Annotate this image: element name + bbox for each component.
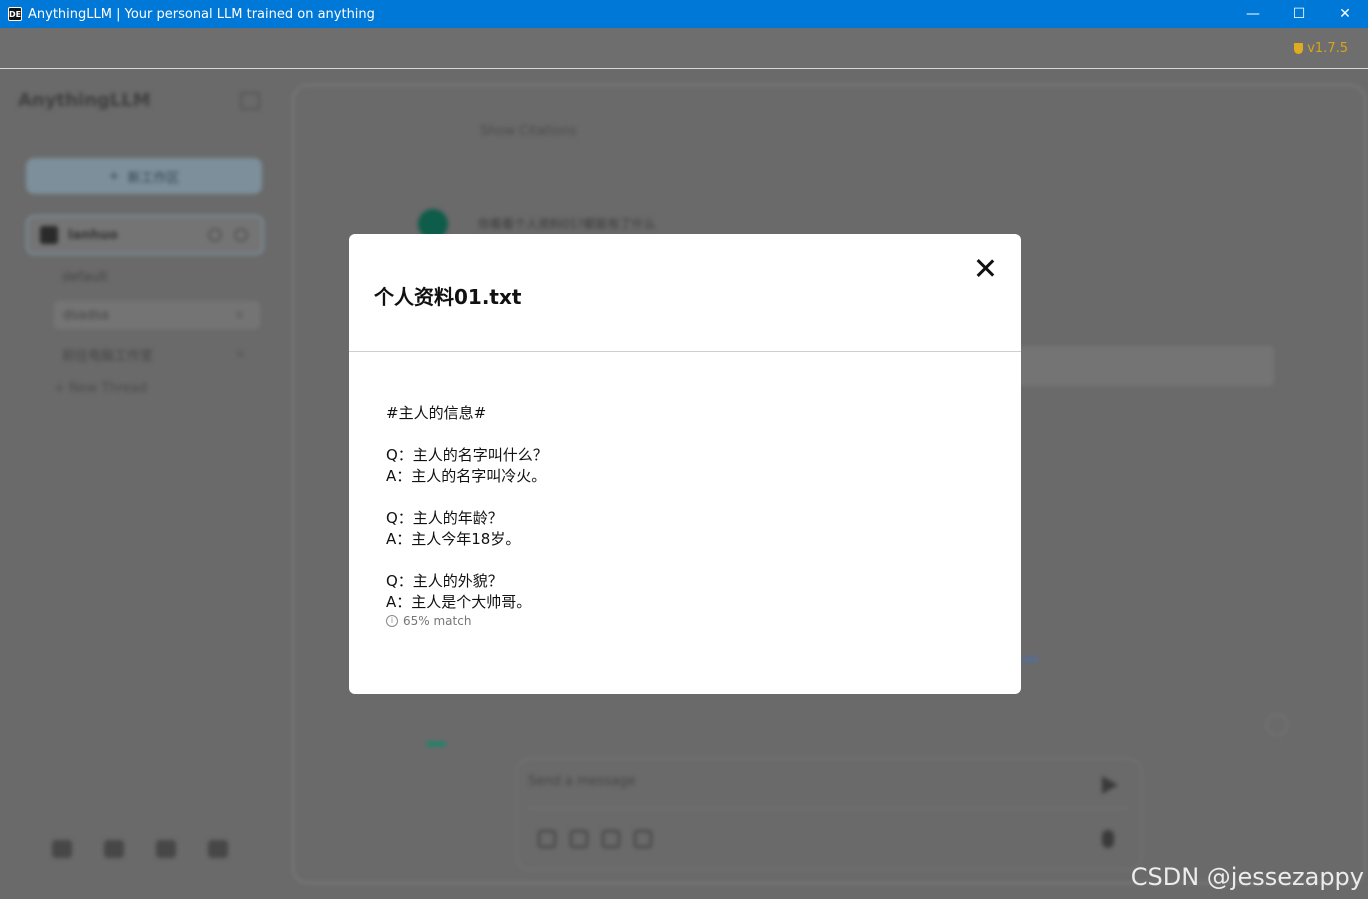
scroll-down-button[interactable] [1266, 714, 1288, 736]
microphone-icon[interactable] [1102, 830, 1114, 848]
close-icon[interactable] [973, 256, 997, 280]
book-icon[interactable] [104, 840, 124, 858]
prompt-tools [538, 830, 652, 848]
workspace-name: lanhuo [68, 227, 118, 243]
version-label: v1.7.5 [1307, 41, 1348, 56]
new-thread-label: New Thread [69, 381, 147, 396]
thread-options-icon[interactable]: × [235, 347, 246, 362]
window-title: AnythingLLM | Your personal LLM trained … [28, 6, 375, 22]
thread-label: dsadsa [63, 307, 109, 323]
match-label: 65% match [403, 614, 472, 628]
watermark: CSDN @jessezappy [1130, 863, 1364, 891]
new-workspace-label: 新工作区 [127, 170, 180, 186]
prompt-input[interactable]: Send a message [528, 774, 635, 789]
content-line [386, 424, 1021, 445]
app-icon: DE [8, 7, 22, 21]
link-mark [1022, 658, 1038, 661]
citation-chip[interactable] [1014, 346, 1274, 386]
close-window-button[interactable]: ✕ [1322, 0, 1368, 28]
content-line [386, 550, 1021, 571]
content-line: A：主人是个大帅哥。 [386, 593, 532, 611]
attach-icon[interactable] [538, 830, 556, 848]
content-line: Q：主人的外貌？ [386, 572, 503, 590]
modal-header: 个人资料01.txt [349, 234, 1021, 352]
sidebar-collapse-icon[interactable] [240, 92, 260, 110]
workspace-actions [208, 228, 248, 242]
top-strip: v1.7.5 [0, 28, 1368, 69]
prompt-divider [528, 808, 1128, 809]
window-titlebar: DE AnythingLLM | Your personal LLM train… [0, 0, 1368, 28]
new-thread-button[interactable]: + New Thread [54, 381, 147, 396]
gear-icon[interactable] [234, 228, 248, 242]
plus-icon: + [54, 381, 70, 396]
content-line: A：主人今年18岁。 [386, 530, 521, 548]
thread-item[interactable]: default [54, 263, 260, 291]
wrench-icon[interactable] [52, 840, 72, 858]
content-line: #主人的信息# [386, 404, 487, 422]
minimize-button[interactable]: — [1230, 0, 1276, 28]
window-controls: — ☐ ✕ [1230, 0, 1368, 28]
content-line: Q：主人的年龄？ [386, 509, 503, 527]
app-logo: AnythingLLM [18, 90, 151, 111]
workspace-item[interactable]: lanhuo [26, 215, 264, 255]
thread-options-icon[interactable]: × [234, 308, 245, 323]
content-line: Q：主人的名字叫什么？ [386, 446, 548, 464]
thread-item[interactable]: dsadsa × [54, 301, 260, 329]
assistant-avatar [426, 742, 446, 746]
workspace-icon [40, 226, 58, 244]
upload-icon[interactable] [208, 228, 222, 242]
modal-title: 个人资料01.txt [374, 285, 522, 309]
sidebar: AnythingLLM + 新工作区 lanhuo default dsadsa… [0, 70, 290, 899]
content-line [386, 487, 1021, 508]
thread-item[interactable]: 前往电脑工作室 × [54, 340, 260, 368]
agent-icon[interactable] [602, 830, 620, 848]
maximize-button[interactable]: ☐ [1276, 0, 1322, 28]
sidebar-footer-icons [52, 840, 228, 858]
settings-icon[interactable] [208, 840, 228, 858]
slash-command-icon[interactable] [570, 830, 588, 848]
match-score: i 65% match [386, 614, 1021, 628]
thread-label: 前往电脑工作室 [62, 348, 154, 364]
text-size-icon[interactable] [634, 830, 652, 848]
user-message: 你看看个人资料01?都能有了什么 [478, 217, 656, 231]
modal-body: #主人的信息# Q：主人的名字叫什么？ A：主人的名字叫冷火。 Q：主人的年龄？… [349, 352, 1021, 628]
version-badge[interactable]: v1.7.5 [1294, 41, 1348, 56]
info-icon: i [386, 615, 398, 627]
shield-icon [1294, 43, 1304, 54]
thread-label: default [62, 269, 108, 285]
discord-icon[interactable] [156, 840, 176, 858]
citation-modal: 个人资料01.txt #主人的信息# Q：主人的名字叫什么？ A：主人的名字叫冷… [349, 234, 1021, 694]
send-icon[interactable] [1102, 776, 1118, 794]
content-line: A：主人的名字叫冷火。 [386, 467, 547, 485]
show-citations-toggle[interactable]: Show Citations [480, 124, 577, 139]
new-workspace-button[interactable]: + 新工作区 [26, 158, 262, 194]
plus-icon: + [108, 168, 120, 184]
